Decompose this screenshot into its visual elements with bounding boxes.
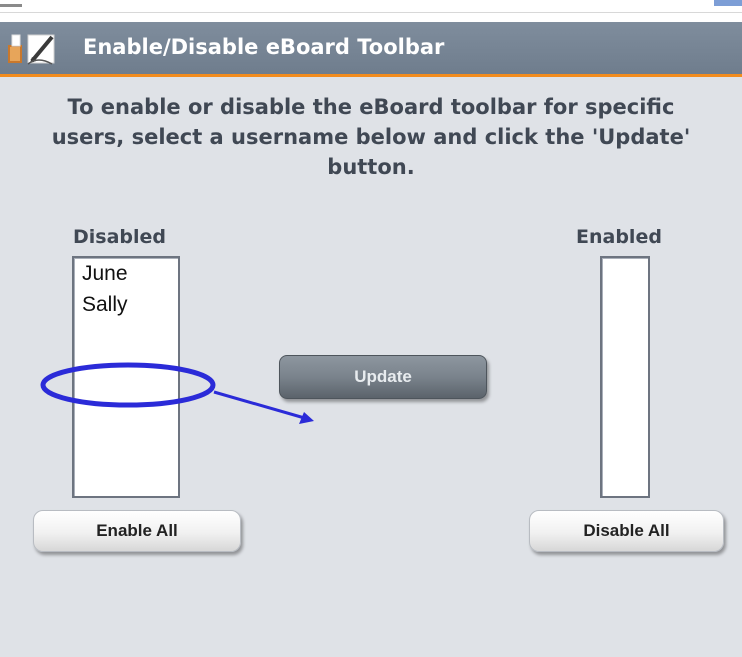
instructions-line-3: button.: [327, 155, 415, 179]
list-item[interactable]: June: [74, 258, 178, 289]
enable-all-button[interactable]: Enable All: [33, 510, 241, 552]
divider: [0, 12, 742, 13]
toolbar-edit-icon: [8, 34, 55, 65]
update-button[interactable]: Update: [279, 355, 487, 399]
instructions-line-2: users, select a username below and click…: [51, 125, 691, 149]
window-edge-mark: [0, 4, 22, 7]
list-item[interactable]: Sally: [74, 289, 178, 320]
window-top-strip: [0, 0, 742, 23]
disabled-list-label: Disabled: [73, 226, 167, 248]
panel-title: Enable/Disable eBoard Toolbar: [83, 35, 445, 59]
annotation-arrowhead: [299, 412, 314, 424]
enabled-users-listbox[interactable]: [600, 256, 650, 498]
window-scroll-corner: [714, 0, 742, 6]
panel-header: Enable/Disable eBoard Toolbar: [0, 22, 742, 77]
disable-all-button[interactable]: Disable All: [529, 510, 724, 552]
enabled-list-label: Enabled: [576, 226, 662, 248]
instructions-line-1: To enable or disable the eBoard toolbar …: [67, 95, 675, 119]
instructions-text: To enable or disable the eBoard toolbar …: [0, 92, 742, 182]
disabled-users-listbox[interactable]: June Sally: [72, 256, 180, 498]
